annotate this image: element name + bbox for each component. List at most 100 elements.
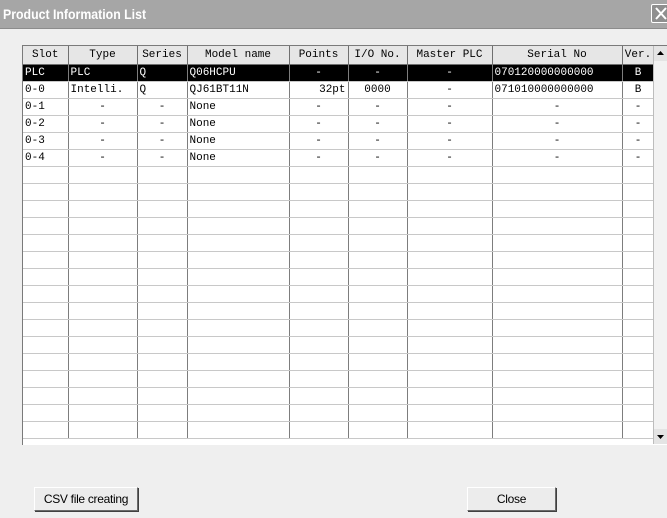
table-row[interactable]: 0-2- - None - - - - - [23, 115, 655, 133]
table-cell: - [289, 64, 349, 82]
table-cell: None [187, 149, 290, 167]
empty-table-row [23, 387, 655, 405]
empty-cell [289, 285, 349, 303]
empty-cell [407, 387, 493, 405]
empty-cell [407, 370, 493, 388]
empty-cell [622, 251, 655, 269]
empty-cell [23, 166, 69, 184]
empty-cell [187, 404, 290, 422]
empty-cell [407, 251, 493, 269]
column-header[interactable]: Points [289, 46, 349, 65]
arrow-up-icon [657, 51, 664, 55]
empty-cell [407, 285, 493, 303]
empty-cell [289, 251, 349, 269]
table-row[interactable]: 0-1- - None - - - - - [23, 98, 655, 116]
empty-cell [137, 336, 188, 354]
empty-cell [137, 285, 188, 303]
table-cell: - [289, 132, 349, 150]
empty-cell [137, 217, 188, 235]
empty-cell [187, 217, 290, 235]
empty-table-row [23, 319, 655, 337]
empty-cell [407, 302, 493, 320]
empty-cell [289, 336, 349, 354]
close-button[interactable]: Close [467, 487, 556, 511]
empty-cell [622, 285, 655, 303]
column-header[interactable]: Serial No [492, 46, 623, 65]
close-icon [655, 7, 667, 20]
empty-cell [622, 217, 655, 235]
empty-cell [68, 183, 138, 201]
column-header[interactable]: I/O No. [348, 46, 408, 65]
table-header-row: Slot Type Series Model name Points I/O No. Mas… [23, 46, 655, 65]
column-header[interactable]: Ver. [622, 46, 655, 65]
table-cell: None [187, 115, 290, 133]
empty-cell [187, 166, 290, 184]
empty-cell [348, 302, 408, 320]
empty-cell [23, 319, 69, 337]
empty-cell [348, 404, 408, 422]
empty-cell [137, 268, 188, 286]
empty-cell [407, 200, 493, 218]
table-cell: - [68, 98, 138, 116]
empty-table-row [23, 217, 655, 235]
table-row[interactable]: 0-3- - None - - - - - [23, 132, 655, 150]
table-row[interactable]: 0-0 Intelli. Q QJ61BT11N 32pt 0000-0710100000… [23, 81, 655, 99]
empty-cell [622, 234, 655, 252]
table-cell: - [622, 149, 655, 167]
empty-cell [137, 200, 188, 218]
empty-cell [492, 319, 623, 337]
table-cell: - [137, 98, 188, 116]
table-cell: 32pt [289, 81, 349, 99]
table-cell: 070120000000000 [492, 64, 623, 82]
table-cell: PLC [23, 64, 69, 82]
column-header[interactable]: Master PLC [407, 46, 493, 65]
column-header[interactable]: Model name [187, 46, 290, 65]
empty-cell [289, 387, 349, 405]
table-cell: 0-4 [23, 149, 69, 167]
empty-cell [348, 319, 408, 337]
empty-cell [187, 421, 290, 439]
empty-table-row [23, 353, 655, 371]
table-cell: - [492, 98, 623, 116]
empty-cell [348, 183, 408, 201]
column-header[interactable]: Series [137, 46, 188, 65]
table-row[interactable]: PLC PLC Q Q06HCPU - - -070120000000000 B [23, 64, 655, 82]
empty-cell [137, 251, 188, 269]
empty-cell [348, 200, 408, 218]
scroll-down-button[interactable] [654, 429, 667, 444]
empty-cell [407, 319, 493, 337]
empty-cell [137, 421, 188, 439]
empty-cell [289, 421, 349, 439]
scroll-up-button[interactable] [654, 46, 667, 61]
empty-table-row [23, 336, 655, 354]
empty-cell [622, 404, 655, 422]
table-cell: - [68, 149, 138, 167]
title-bar[interactable]: Product Information List [0, 0, 667, 29]
empty-cell [289, 353, 349, 371]
table-cell: - [289, 149, 349, 167]
empty-cell [23, 217, 69, 235]
empty-cell [622, 268, 655, 286]
csv-file-creating-button[interactable]: CSV file creating [34, 487, 138, 511]
empty-cell [492, 404, 623, 422]
empty-cell [407, 166, 493, 184]
empty-cell [492, 285, 623, 303]
empty-cell [348, 387, 408, 405]
empty-table-row [23, 404, 655, 422]
close-window-button[interactable] [651, 4, 667, 23]
table-cell: - [348, 132, 408, 150]
table-cell: - [407, 81, 493, 99]
empty-cell [68, 353, 138, 371]
column-header[interactable]: Type [68, 46, 138, 65]
empty-table-row [23, 234, 655, 252]
empty-table-row [23, 166, 655, 184]
empty-cell [68, 336, 138, 354]
empty-cell [23, 336, 69, 354]
empty-cell [187, 183, 290, 201]
table-cell: - [348, 115, 408, 133]
table-cell: B [622, 64, 655, 82]
empty-cell [68, 166, 138, 184]
column-header[interactable]: Slot [23, 46, 69, 65]
vertical-scrollbar[interactable] [653, 46, 667, 444]
table-row[interactable]: 0-4- - None - - - - - [23, 149, 655, 167]
